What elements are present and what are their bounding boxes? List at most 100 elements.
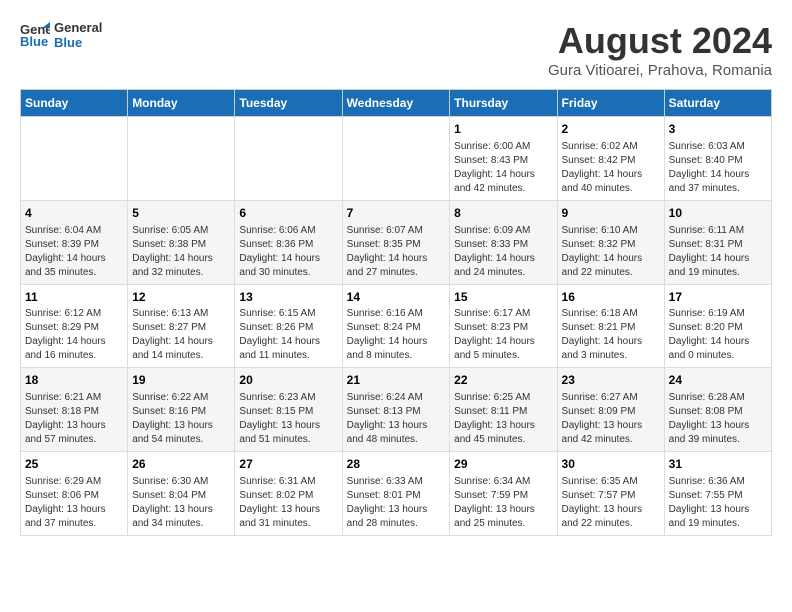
day-number: 30 xyxy=(562,456,660,473)
day-cell: 31Sunrise: 6:36 AM Sunset: 7:55 PM Dayli… xyxy=(664,452,771,536)
day-cell: 11Sunrise: 6:12 AM Sunset: 8:29 PM Dayli… xyxy=(21,284,128,368)
day-number: 20 xyxy=(239,372,337,389)
day-cell: 12Sunrise: 6:13 AM Sunset: 8:27 PM Dayli… xyxy=(128,284,235,368)
header-day-thursday: Thursday xyxy=(450,90,557,117)
day-info: Sunrise: 6:28 AM Sunset: 8:08 PM Dayligh… xyxy=(669,391,767,447)
day-info: Sunrise: 6:11 AM Sunset: 8:31 PM Dayligh… xyxy=(669,224,767,280)
day-number: 22 xyxy=(454,372,552,389)
day-cell: 17Sunrise: 6:19 AM Sunset: 8:20 PM Dayli… xyxy=(664,284,771,368)
day-number: 2 xyxy=(562,121,660,138)
day-info: Sunrise: 6:21 AM Sunset: 8:18 PM Dayligh… xyxy=(25,391,123,447)
day-info: Sunrise: 6:30 AM Sunset: 8:04 PM Dayligh… xyxy=(132,475,230,531)
day-cell: 1Sunrise: 6:00 AM Sunset: 8:43 PM Daylig… xyxy=(450,117,557,201)
day-info: Sunrise: 6:22 AM Sunset: 8:16 PM Dayligh… xyxy=(132,391,230,447)
day-info: Sunrise: 6:27 AM Sunset: 8:09 PM Dayligh… xyxy=(562,391,660,447)
day-number: 5 xyxy=(132,205,230,222)
day-number: 23 xyxy=(562,372,660,389)
day-number: 21 xyxy=(347,372,446,389)
day-info: Sunrise: 6:24 AM Sunset: 8:13 PM Dayligh… xyxy=(347,391,446,447)
calendar-subtitle: Gura Vitioarei, Prahova, Romania xyxy=(548,62,772,79)
day-number: 10 xyxy=(669,205,767,222)
day-number: 15 xyxy=(454,289,552,306)
day-info: Sunrise: 6:19 AM Sunset: 8:20 PM Dayligh… xyxy=(669,307,767,363)
week-row-0: 1Sunrise: 6:00 AM Sunset: 8:43 PM Daylig… xyxy=(21,117,772,201)
day-info: Sunrise: 6:35 AM Sunset: 7:57 PM Dayligh… xyxy=(562,475,660,531)
day-info: Sunrise: 6:17 AM Sunset: 8:23 PM Dayligh… xyxy=(454,307,552,363)
day-number: 7 xyxy=(347,205,446,222)
day-info: Sunrise: 6:33 AM Sunset: 8:01 PM Dayligh… xyxy=(347,475,446,531)
header-day-monday: Monday xyxy=(128,90,235,117)
day-number: 18 xyxy=(25,372,123,389)
day-info: Sunrise: 6:18 AM Sunset: 8:21 PM Dayligh… xyxy=(562,307,660,363)
day-number: 29 xyxy=(454,456,552,473)
day-info: Sunrise: 6:15 AM Sunset: 8:26 PM Dayligh… xyxy=(239,307,337,363)
day-number: 26 xyxy=(132,456,230,473)
day-info: Sunrise: 6:10 AM Sunset: 8:32 PM Dayligh… xyxy=(562,224,660,280)
day-number: 14 xyxy=(347,289,446,306)
day-number: 24 xyxy=(669,372,767,389)
day-cell xyxy=(235,117,342,201)
day-cell: 28 Sunrise: 6:33 AM Sunset: 8:01 PM Dayli… xyxy=(342,452,450,536)
day-info: Sunrise: 6:04 AM Sunset: 8:39 PM Dayligh… xyxy=(25,224,123,280)
calendar-title: August 2024 xyxy=(548,20,772,62)
day-info: Sunrise: 6:36 AM Sunset: 7:55 PM Dayligh… xyxy=(669,475,767,531)
day-number: 19 xyxy=(132,372,230,389)
day-info: Sunrise: 6:13 AM Sunset: 8:27 PM Dayligh… xyxy=(132,307,230,363)
logo-line2: Blue xyxy=(54,35,102,50)
day-cell: 19 Sunrise: 6:22 AM Sunset: 8:16 PM Dayli… xyxy=(128,368,235,452)
day-number: 28 xyxy=(347,456,446,473)
day-info: Sunrise: 6:34 AM Sunset: 7:59 PM Dayligh… xyxy=(454,475,552,531)
day-cell: 16Sunrise: 6:18 AM Sunset: 8:21 PM Dayli… xyxy=(557,284,664,368)
day-info: Sunrise: 6:05 AM Sunset: 8:38 PM Dayligh… xyxy=(132,224,230,280)
week-row-4: 25 Sunrise: 6:29 AM Sunset: 8:06 PM Dayli… xyxy=(21,452,772,536)
day-info: Sunrise: 6:06 AM Sunset: 8:36 PM Dayligh… xyxy=(239,224,337,280)
day-cell: 30 Sunrise: 6:35 AM Sunset: 7:57 PM Dayli… xyxy=(557,452,664,536)
day-cell: 29 Sunrise: 6:34 AM Sunset: 7:59 PM Dayli… xyxy=(450,452,557,536)
day-cell: 22 Sunrise: 6:25 AM Sunset: 8:11 PM Dayli… xyxy=(450,368,557,452)
day-cell: 18 Sunrise: 6:21 AM Sunset: 8:18 PM Dayli… xyxy=(21,368,128,452)
day-info: Sunrise: 6:07 AM Sunset: 8:35 PM Dayligh… xyxy=(347,224,446,280)
day-cell: 9 Sunrise: 6:10 AM Sunset: 8:32 PM Daylig… xyxy=(557,200,664,284)
day-cell xyxy=(342,117,450,201)
day-cell: 2Sunrise: 6:02 AM Sunset: 8:42 PM Daylig… xyxy=(557,117,664,201)
day-number: 3 xyxy=(669,121,767,138)
day-cell: 27 Sunrise: 6:31 AM Sunset: 8:02 PM Dayli… xyxy=(235,452,342,536)
header-day-saturday: Saturday xyxy=(664,90,771,117)
logo: General Blue General Blue xyxy=(20,20,102,50)
day-info: Sunrise: 6:25 AM Sunset: 8:11 PM Dayligh… xyxy=(454,391,552,447)
day-number: 17 xyxy=(669,289,767,306)
day-cell xyxy=(21,117,128,201)
day-info: Sunrise: 6:29 AM Sunset: 8:06 PM Dayligh… xyxy=(25,475,123,531)
day-info: Sunrise: 6:16 AM Sunset: 8:24 PM Dayligh… xyxy=(347,307,446,363)
day-cell: 7 Sunrise: 6:07 AM Sunset: 8:35 PM Daylig… xyxy=(342,200,450,284)
header-day-sunday: Sunday xyxy=(21,90,128,117)
logo-line1: General xyxy=(54,20,102,35)
day-info: Sunrise: 6:00 AM Sunset: 8:43 PM Dayligh… xyxy=(454,140,552,196)
header-day-friday: Friday xyxy=(557,90,664,117)
title-area: August 2024 Gura Vitioarei, Prahova, Rom… xyxy=(548,20,772,79)
day-cell: 4 Sunrise: 6:04 AM Sunset: 8:39 PM Daylig… xyxy=(21,200,128,284)
day-number: 27 xyxy=(239,456,337,473)
day-cell: 21 Sunrise: 6:24 AM Sunset: 8:13 PM Dayli… xyxy=(342,368,450,452)
day-number: 12 xyxy=(132,289,230,306)
day-cell: 14Sunrise: 6:16 AM Sunset: 8:24 PM Dayli… xyxy=(342,284,450,368)
day-info: Sunrise: 6:31 AM Sunset: 8:02 PM Dayligh… xyxy=(239,475,337,531)
day-cell: 20 Sunrise: 6:23 AM Sunset: 8:15 PM Dayli… xyxy=(235,368,342,452)
day-number: 25 xyxy=(25,456,123,473)
day-cell: 10 Sunrise: 6:11 AM Sunset: 8:31 PM Dayli… xyxy=(664,200,771,284)
day-cell xyxy=(128,117,235,201)
day-cell: 3Sunrise: 6:03 AM Sunset: 8:40 PM Daylig… xyxy=(664,117,771,201)
day-cell: 6Sunrise: 6:06 AM Sunset: 8:36 PM Daylig… xyxy=(235,200,342,284)
day-number: 8 xyxy=(454,205,552,222)
calendar-table: SundayMondayTuesdayWednesdayThursdayFrid… xyxy=(20,89,772,536)
day-info: Sunrise: 6:23 AM Sunset: 8:15 PM Dayligh… xyxy=(239,391,337,447)
header-day-wednesday: Wednesday xyxy=(342,90,450,117)
week-row-2: 11Sunrise: 6:12 AM Sunset: 8:29 PM Dayli… xyxy=(21,284,772,368)
day-cell: 26 Sunrise: 6:30 AM Sunset: 8:04 PM Dayli… xyxy=(128,452,235,536)
day-number: 9 xyxy=(562,205,660,222)
header-row: SundayMondayTuesdayWednesdayThursdayFrid… xyxy=(21,90,772,117)
day-cell: 8Sunrise: 6:09 AM Sunset: 8:33 PM Daylig… xyxy=(450,200,557,284)
week-row-1: 4 Sunrise: 6:04 AM Sunset: 8:39 PM Daylig… xyxy=(21,200,772,284)
day-number: 4 xyxy=(25,205,123,222)
day-number: 13 xyxy=(239,289,337,306)
